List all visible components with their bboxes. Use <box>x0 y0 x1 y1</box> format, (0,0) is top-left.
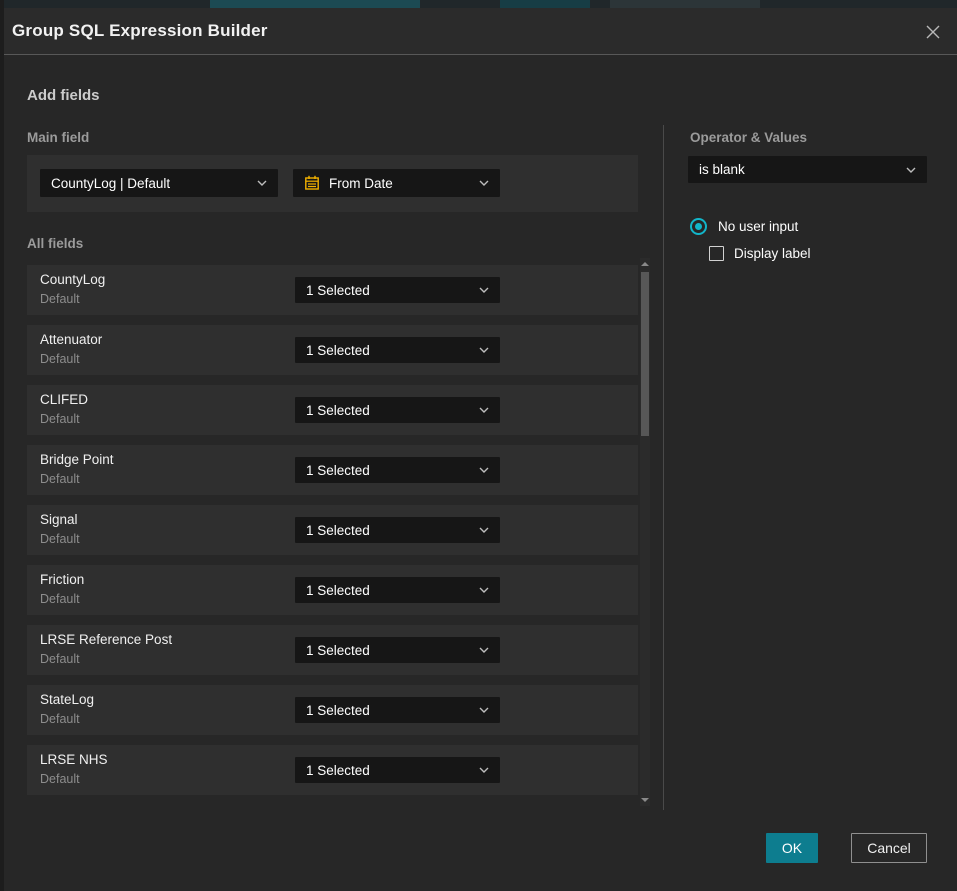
scrollbar-down-arrow-icon[interactable] <box>640 794 650 806</box>
ok-button[interactable]: OK <box>766 833 818 863</box>
field-subtitle: Default <box>40 772 80 786</box>
field-row: CLIFED Default 1 Selected <box>27 385 638 435</box>
checkbox-unchecked-icon <box>709 246 724 261</box>
background-toolbar-fragment <box>610 0 760 8</box>
selected-count-dropdown[interactable]: 1 Selected <box>295 517 500 543</box>
chevron-down-icon <box>479 407 489 413</box>
add-fields-heading: Add fields <box>27 87 100 104</box>
operator-dropdown-value: is blank <box>699 162 745 177</box>
selected-count-dropdown[interactable]: 1 Selected <box>295 457 500 483</box>
selected-count-dropdown[interactable]: 1 Selected <box>295 637 500 663</box>
dialog-title: Group SQL Expression Builder <box>12 8 268 54</box>
field-subtitle: Default <box>40 532 80 546</box>
chevron-down-icon <box>479 287 489 293</box>
field-row: Bridge Point Default 1 Selected <box>27 445 638 495</box>
field-subtitle: Default <box>40 592 80 606</box>
selected-count-value: 1 Selected <box>306 283 370 298</box>
no-user-input-radio[interactable]: No user input <box>690 218 798 235</box>
selected-count-dropdown[interactable]: 1 Selected <box>295 577 500 603</box>
selected-count-value: 1 Selected <box>306 403 370 418</box>
field-name: CountyLog <box>40 272 105 287</box>
selected-count-value: 1 Selected <box>306 463 370 478</box>
close-icon[interactable] <box>922 21 944 43</box>
all-fields-list: CountyLog Default 1 Selected Attenuator … <box>27 265 638 795</box>
dialog-left-edge <box>0 0 4 891</box>
field-row: Attenuator Default 1 Selected <box>27 325 638 375</box>
selected-count-dropdown[interactable]: 1 Selected <box>295 277 500 303</box>
chevron-down-icon <box>479 180 489 186</box>
chevron-down-icon <box>479 647 489 653</box>
selected-count-value: 1 Selected <box>306 343 370 358</box>
selected-count-value: 1 Selected <box>306 583 370 598</box>
chevron-down-icon <box>479 347 489 353</box>
chevron-down-icon <box>479 587 489 593</box>
field-name: Signal <box>40 512 78 527</box>
selected-count-dropdown[interactable]: 1 Selected <box>295 397 500 423</box>
field-name: StateLog <box>40 692 94 707</box>
operator-values-heading: Operator & Values <box>690 130 807 145</box>
selected-count-dropdown[interactable]: 1 Selected <box>295 757 500 783</box>
scrollbar-thumb[interactable] <box>641 272 649 436</box>
field-name: CLIFED <box>40 392 88 407</box>
field-subtitle: Default <box>40 652 80 666</box>
field-row: LRSE NHS Default 1 Selected <box>27 745 638 795</box>
field-subtitle: Default <box>40 412 80 426</box>
field-subtitle: Default <box>40 712 80 726</box>
chevron-down-icon <box>906 167 916 173</box>
field-name: Bridge Point <box>40 452 114 467</box>
main-field-dropdown[interactable]: From Date <box>293 169 500 197</box>
display-label-label: Display label <box>734 246 811 261</box>
selected-count-value: 1 Selected <box>306 703 370 718</box>
list-scrollbar[interactable] <box>640 258 650 806</box>
field-name: Friction <box>40 572 84 587</box>
field-name: LRSE NHS <box>40 752 108 767</box>
title-separator <box>0 54 957 55</box>
field-name: Attenuator <box>40 332 102 347</box>
chevron-down-icon <box>257 180 267 186</box>
display-label-checkbox[interactable]: Display label <box>709 246 811 261</box>
field-subtitle: Default <box>40 472 80 486</box>
selected-count-value: 1 Selected <box>306 523 370 538</box>
field-name: LRSE Reference Post <box>40 632 172 647</box>
chevron-down-icon <box>479 527 489 533</box>
layer-dropdown[interactable]: CountyLog | Default <box>40 169 278 197</box>
selected-count-value: 1 Selected <box>306 643 370 658</box>
scrollbar-up-arrow-icon[interactable] <box>640 258 650 270</box>
all-fields-heading: All fields <box>27 236 83 251</box>
operator-dropdown[interactable]: is blank <box>688 156 927 183</box>
panel-divider <box>663 125 664 810</box>
selected-count-dropdown[interactable]: 1 Selected <box>295 697 500 723</box>
calendar-icon <box>304 175 320 191</box>
main-field-panel: CountyLog | Default From Date <box>27 155 638 212</box>
no-user-input-label: No user input <box>718 219 798 234</box>
field-row: Friction Default 1 Selected <box>27 565 638 615</box>
field-subtitle: Default <box>40 352 80 366</box>
dialog-title-bar: Group SQL Expression Builder <box>0 8 957 54</box>
selected-count-value: 1 Selected <box>306 763 370 778</box>
selected-count-dropdown[interactable]: 1 Selected <box>295 337 500 363</box>
group-sql-expression-builder-dialog: Group SQL Expression Builder Add fields … <box>0 0 957 891</box>
layer-dropdown-value: CountyLog | Default <box>51 176 170 191</box>
chevron-down-icon <box>479 707 489 713</box>
radio-selected-icon <box>690 218 707 235</box>
chevron-down-icon <box>479 767 489 773</box>
field-row: Signal Default 1 Selected <box>27 505 638 555</box>
main-field-dropdown-value: From Date <box>329 176 393 191</box>
field-row: StateLog Default 1 Selected <box>27 685 638 735</box>
field-row: LRSE Reference Post Default 1 Selected <box>27 625 638 675</box>
cancel-button[interactable]: Cancel <box>851 833 927 863</box>
app-background-peek <box>0 0 957 8</box>
background-toolbar-fragment <box>500 0 590 8</box>
chevron-down-icon <box>479 467 489 473</box>
background-toolbar-fragment <box>210 0 420 8</box>
field-row: CountyLog Default 1 Selected <box>27 265 638 315</box>
main-field-heading: Main field <box>27 130 89 145</box>
field-subtitle: Default <box>40 292 80 306</box>
